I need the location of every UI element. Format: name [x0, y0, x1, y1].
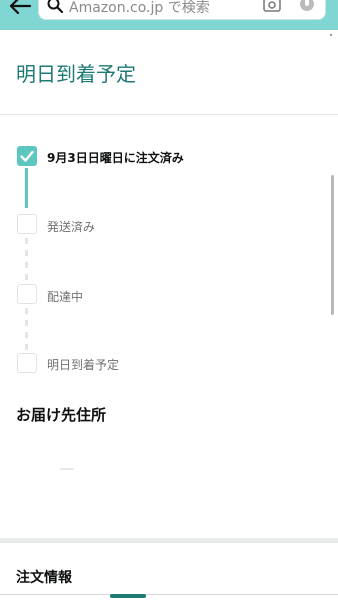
- microphone-icon[interactable]: [299, 0, 315, 12]
- section-divider: [0, 538, 338, 543]
- scroll-indicator-dot: [330, 34, 332, 36]
- step-shipped-label: 発送済み: [47, 220, 96, 234]
- bottom-border: [0, 594, 338, 595]
- progress-line-pending: [25, 238, 28, 282]
- progress-line-completed: [25, 168, 28, 208]
- back-arrow-icon[interactable]: [8, 0, 32, 16]
- address-placeholder: [60, 468, 74, 470]
- scrollbar[interactable]: [331, 175, 334, 315]
- camera-icon[interactable]: [263, 0, 281, 12]
- progress-line-pending: [25, 308, 28, 352]
- search-input[interactable]: Amazon.co.jp で検索: [38, 0, 326, 20]
- divider: [0, 114, 338, 115]
- step-ordered-label: 9月3日日曜日に注文済み: [47, 151, 184, 165]
- app-header: Amazon.co.jp で検索: [0, 0, 338, 30]
- shipping-address-heading: お届け先住所: [16, 406, 107, 424]
- step-in-delivery-label: 配達中: [47, 290, 84, 304]
- step-ordered-check-icon: [17, 146, 37, 166]
- order-info-heading: 注文情報: [16, 570, 72, 586]
- step-arriving-box-icon: [17, 353, 37, 373]
- step-shipped-box-icon: [17, 214, 37, 234]
- search-placeholder: Amazon.co.jp で検索: [69, 0, 210, 16]
- step-in-delivery-box-icon: [17, 284, 37, 304]
- bottom-tab-indicator: [110, 594, 146, 598]
- page-title: 明日到着予定: [16, 62, 136, 86]
- search-icon: [47, 0, 63, 13]
- step-arriving-label: 明日到着予定: [47, 358, 120, 372]
